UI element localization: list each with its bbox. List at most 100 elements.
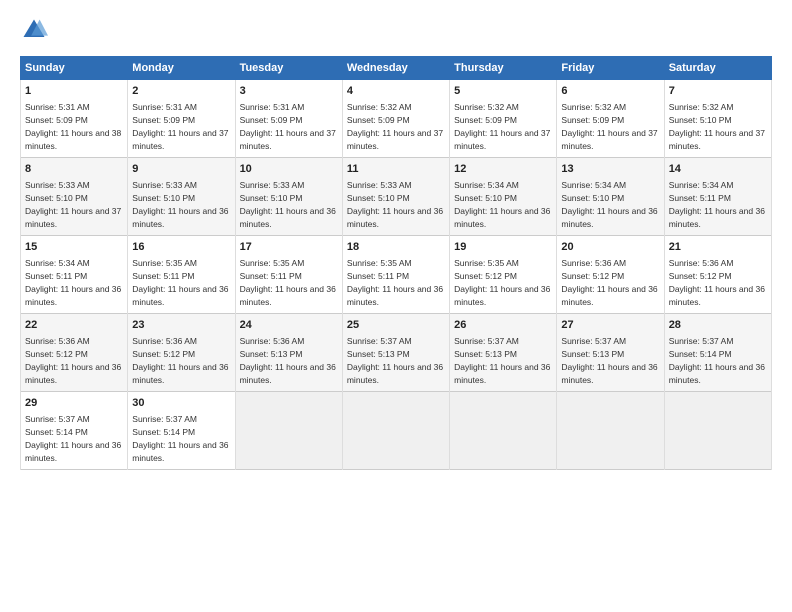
sunset: Sunset: 5:10 PM bbox=[454, 193, 517, 203]
daylight: Daylight: 11 hours and 36 minutes. bbox=[561, 362, 657, 385]
daylight: Daylight: 11 hours and 36 minutes. bbox=[347, 206, 443, 229]
sunrise: Sunrise: 5:33 AM bbox=[25, 180, 90, 190]
sunrise: Sunrise: 5:36 AM bbox=[240, 336, 305, 346]
day-cell-11: 11Sunrise: 5:33 AMSunset: 5:10 PMDayligh… bbox=[342, 158, 449, 236]
sunrise: Sunrise: 5:31 AM bbox=[240, 102, 305, 112]
day-cell-22: 22Sunrise: 5:36 AMSunset: 5:12 PMDayligh… bbox=[21, 314, 128, 392]
sunrise: Sunrise: 5:32 AM bbox=[454, 102, 519, 112]
empty-cell bbox=[450, 392, 557, 470]
day-cell-21: 21Sunrise: 5:36 AMSunset: 5:12 PMDayligh… bbox=[664, 236, 771, 314]
day-cell-27: 27Sunrise: 5:37 AMSunset: 5:13 PMDayligh… bbox=[557, 314, 664, 392]
daylight: Daylight: 11 hours and 36 minutes. bbox=[669, 206, 765, 229]
sunset: Sunset: 5:12 PM bbox=[454, 271, 517, 281]
daylight: Daylight: 11 hours and 36 minutes. bbox=[132, 284, 228, 307]
sunrise: Sunrise: 5:36 AM bbox=[25, 336, 90, 346]
daylight: Daylight: 11 hours and 36 minutes. bbox=[132, 206, 228, 229]
col-header-monday: Monday bbox=[128, 57, 235, 80]
sunrise: Sunrise: 5:31 AM bbox=[132, 102, 197, 112]
day-number: 30 bbox=[132, 396, 230, 411]
day-number: 13 bbox=[561, 162, 659, 177]
sunset: Sunset: 5:10 PM bbox=[25, 193, 88, 203]
daylight: Daylight: 11 hours and 36 minutes. bbox=[132, 440, 228, 463]
sunrise: Sunrise: 5:32 AM bbox=[347, 102, 412, 112]
sunset: Sunset: 5:12 PM bbox=[669, 271, 732, 281]
week-row-5: 29 Sunrise: 5:37 AM Sunset: 5:14 PM Dayligh… bbox=[21, 392, 772, 470]
daylight: Daylight: 11 hours and 36 minutes. bbox=[25, 440, 121, 463]
day-cell-2: 2Sunrise: 5:31 AMSunset: 5:09 PMDaylight… bbox=[128, 80, 235, 158]
daylight: Daylight: 11 hours and 36 minutes. bbox=[454, 206, 550, 229]
col-header-thursday: Thursday bbox=[450, 57, 557, 80]
sunrise: Sunrise: 5:33 AM bbox=[240, 180, 305, 190]
day-number: 19 bbox=[454, 240, 552, 255]
day-number: 10 bbox=[240, 162, 338, 177]
day-cell-29: 29Sunrise: 5:37 AMSunset: 5:14 PMDayligh… bbox=[21, 392, 128, 470]
daylight: Daylight: 11 hours and 36 minutes. bbox=[454, 284, 550, 307]
sunset: Sunset: 5:13 PM bbox=[454, 349, 517, 359]
sunrise: Sunrise: 5:36 AM bbox=[561, 258, 626, 268]
daylight: Daylight: 11 hours and 37 minutes. bbox=[25, 206, 121, 229]
day-number: 6 bbox=[561, 84, 659, 99]
day-number: 28 bbox=[669, 318, 767, 333]
day-cell-13: 13Sunrise: 5:34 AMSunset: 5:10 PMDayligh… bbox=[557, 158, 664, 236]
sunset: Sunset: 5:14 PM bbox=[132, 427, 195, 437]
sunset: Sunset: 5:09 PM bbox=[240, 115, 303, 125]
day-number: 5 bbox=[454, 84, 552, 99]
sunset: Sunset: 5:11 PM bbox=[25, 271, 87, 281]
day-cell-19: 19 Sunrise: 5:35 AM Sunset: 5:12 PM Dayligh… bbox=[450, 236, 557, 314]
day-number: 29 bbox=[25, 396, 123, 411]
sunrise: Sunrise: 5:36 AM bbox=[132, 336, 197, 346]
day-number: 7 bbox=[669, 84, 767, 99]
sunset: Sunset: 5:10 PM bbox=[240, 193, 303, 203]
week-row-1: 1Sunrise: 5:31 AMSunset: 5:09 PMDaylight… bbox=[21, 80, 772, 158]
sunset: Sunset: 5:10 PM bbox=[561, 193, 624, 203]
day-cell-20: 20Sunrise: 5:36 AMSunset: 5:12 PMDayligh… bbox=[557, 236, 664, 314]
day-number: 22 bbox=[25, 318, 123, 333]
day-cell-14: 14Sunrise: 5:34 AMSunset: 5:11 PMDayligh… bbox=[664, 158, 771, 236]
sunrise: Sunrise: 5:34 AM bbox=[25, 258, 90, 268]
day-number: 17 bbox=[240, 240, 338, 255]
sunrise: Sunrise: 5:32 AM bbox=[669, 102, 734, 112]
day-cell-26: 26Sunrise: 5:37 AMSunset: 5:13 PMDayligh… bbox=[450, 314, 557, 392]
header-row: SundayMondayTuesdayWednesdayThursdayFrid… bbox=[21, 57, 772, 80]
day-cell-15: 15Sunrise: 5:34 AMSunset: 5:11 PMDayligh… bbox=[21, 236, 128, 314]
daylight: Daylight: 11 hours and 36 minutes. bbox=[454, 362, 550, 385]
sunset: Sunset: 5:11 PM bbox=[240, 271, 302, 281]
daylight: Daylight: 11 hours and 37 minutes. bbox=[132, 128, 228, 151]
day-cell-9: 9Sunrise: 5:33 AMSunset: 5:10 PMDaylight… bbox=[128, 158, 235, 236]
day-number: 24 bbox=[240, 318, 338, 333]
sunrise: Sunrise: 5:35 AM bbox=[454, 258, 519, 268]
sunset: Sunset: 5:11 PM bbox=[132, 271, 194, 281]
day-cell-30: 30 Sunrise: 5:37 AM Sunset: 5:14 PM Dayligh… bbox=[128, 392, 235, 470]
sunrise: Sunrise: 5:33 AM bbox=[132, 180, 197, 190]
daylight: Daylight: 11 hours and 37 minutes. bbox=[454, 128, 550, 151]
daylight: Daylight: 11 hours and 36 minutes. bbox=[347, 284, 443, 307]
day-cell-23: 23Sunrise: 5:36 AMSunset: 5:12 PMDayligh… bbox=[128, 314, 235, 392]
sunset: Sunset: 5:12 PM bbox=[132, 349, 195, 359]
sunrise: Sunrise: 5:35 AM bbox=[240, 258, 305, 268]
daylight: Daylight: 11 hours and 37 minutes. bbox=[347, 128, 443, 151]
day-cell-7: 7 Sunrise: 5:32 AM Sunset: 5:10 PM Daylight… bbox=[664, 80, 771, 158]
sunrise: Sunrise: 5:37 AM bbox=[132, 414, 197, 424]
sunset: Sunset: 5:10 PM bbox=[669, 115, 732, 125]
daylight: Daylight: 11 hours and 36 minutes. bbox=[561, 284, 657, 307]
day-cell-16: 16Sunrise: 5:35 AMSunset: 5:11 PMDayligh… bbox=[128, 236, 235, 314]
day-number: 18 bbox=[347, 240, 445, 255]
daylight: Daylight: 11 hours and 37 minutes. bbox=[240, 128, 336, 151]
sunset: Sunset: 5:09 PM bbox=[347, 115, 410, 125]
page: SundayMondayTuesdayWednesdayThursdayFrid… bbox=[0, 0, 792, 612]
sunrise: Sunrise: 5:31 AM bbox=[25, 102, 90, 112]
col-header-saturday: Saturday bbox=[664, 57, 771, 80]
sunset: Sunset: 5:09 PM bbox=[561, 115, 624, 125]
col-header-tuesday: Tuesday bbox=[235, 57, 342, 80]
sunset: Sunset: 5:12 PM bbox=[561, 271, 624, 281]
daylight: Daylight: 11 hours and 37 minutes. bbox=[669, 128, 765, 151]
logo bbox=[20, 16, 52, 44]
day-number: 3 bbox=[240, 84, 338, 99]
day-number: 21 bbox=[669, 240, 767, 255]
sunrise: Sunrise: 5:36 AM bbox=[669, 258, 734, 268]
day-cell-17: 17Sunrise: 5:35 AMSunset: 5:11 PMDayligh… bbox=[235, 236, 342, 314]
day-number: 14 bbox=[669, 162, 767, 177]
daylight: Daylight: 11 hours and 38 minutes. bbox=[25, 128, 121, 151]
day-number: 2 bbox=[132, 84, 230, 99]
sunset: Sunset: 5:14 PM bbox=[669, 349, 732, 359]
